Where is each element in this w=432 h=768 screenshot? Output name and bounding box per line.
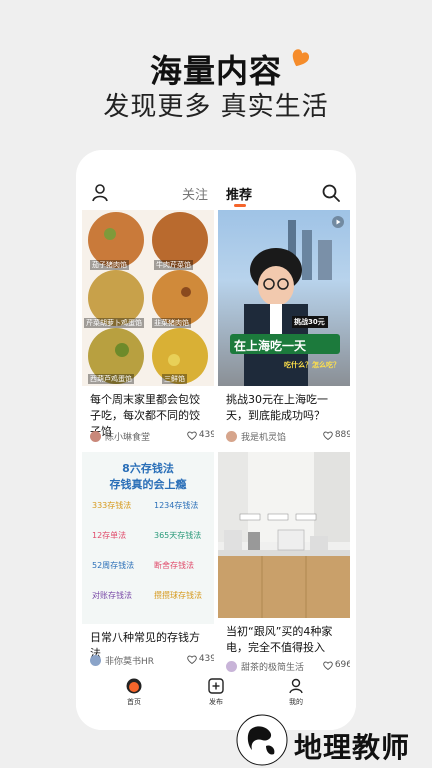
heart-outline-icon <box>323 431 333 440</box>
avatar <box>90 655 101 666</box>
image-label: 365天存钱法 <box>154 531 202 540</box>
watermark-text: 地理教师 <box>294 731 411 764</box>
image-label: 断舍存钱法 <box>154 561 194 570</box>
nav-profile[interactable]: 我的 <box>276 678 316 707</box>
like-count[interactable]: 439 <box>187 430 214 440</box>
like-count[interactable]: 439 <box>187 654 214 664</box>
card-image-shanghai: 挑战30元 在上海吃一天 吃什么？怎么吃？ <box>218 210 350 386</box>
kitchen-photo <box>218 452 350 618</box>
card-meta: 非你莫书HR 439 <box>90 654 214 667</box>
feed-card-dumplings[interactable]: 茄子猪肉馅 牛肉芹菜馅 芹菜胡萝卜鸡蛋馅 韭菜猪肉馅 西葫芦鸡蛋馅 三鲜馅 每个… <box>82 210 214 450</box>
card-meta: 陈小琳食堂 439 <box>90 430 214 443</box>
card-meta: 甜茶的极简生活 696 <box>226 660 350 673</box>
heart-outline-icon <box>187 655 197 664</box>
feed-card-appliances[interactable]: 当初“跟风”买的4种家电，完全不值得投入 甜茶的极简生活 696 <box>218 452 350 674</box>
card-image-dumplings: 茄子猪肉馅 牛肉芹菜馅 芹菜胡萝卜鸡蛋馅 韭菜猪肉馅 西葫芦鸡蛋馅 三鲜馅 <box>82 210 214 386</box>
card-title: 挑战30元在上海吃一天，到底能成功吗？ <box>226 393 328 422</box>
author-name[interactable]: 甜茶的极简生活 <box>241 660 304 673</box>
heart-outline-icon <box>187 431 197 440</box>
image-badge: 挑战30元 <box>294 318 325 326</box>
nav-label: 我的 <box>289 698 303 706</box>
card-title: 当初“跟风”买的4种家电，完全不值得投入 <box>226 625 333 654</box>
nav-label: 首页 <box>127 698 141 706</box>
user-icon[interactable] <box>92 184 108 202</box>
image-label: 12存单法 <box>92 531 127 540</box>
bottom-nav: 首页 发布 我的 <box>76 674 356 730</box>
search-icon[interactable] <box>322 184 340 202</box>
feed-card-savings[interactable]: 8六存钱法 存钱真的会上瘾 333存钱法 1234存钱法 12存单法 365天存… <box>82 452 214 674</box>
image-label: 三鲜馅 <box>162 374 187 384</box>
promo-subtitle: 发现更多 真实生活 <box>103 92 329 122</box>
image-headline: 存钱真的会上瘾 <box>109 478 187 491</box>
nav-publish[interactable]: 发布 <box>196 678 236 707</box>
feed-card-shanghai[interactable]: 挑战30元 在上海吃一天 吃什么？怎么吃？ 挑战30元在上海吃一天，到底能成功吗… <box>218 210 350 450</box>
image-headline: 8六存钱法 <box>122 462 174 475</box>
image-label: 52周存钱法 <box>92 561 135 570</box>
image-label: 牛肉芹菜馅 <box>154 260 193 270</box>
nav-label: 发布 <box>209 698 223 706</box>
video-play-icon <box>332 216 344 228</box>
active-tab-indicator <box>234 204 246 207</box>
tab-recommend[interactable]: 推荐 <box>226 184 252 203</box>
like-count[interactable]: 889 <box>323 430 350 440</box>
like-count[interactable]: 696 <box>323 660 350 670</box>
phone-screen: 关注 推荐 茄子猪肉馅 牛肉芹菜馅 芹菜胡萝卜鸡蛋馅 韭菜猪肉馅 西葫芦鸡蛋馅 … <box>76 150 356 730</box>
image-label: 芹菜胡萝卜鸡蛋馅 <box>84 318 144 328</box>
image-label: 攒攒球存钱法 <box>154 591 202 600</box>
nav-home[interactable]: 首页 <box>114 678 154 707</box>
image-label: 茄子猪肉馅 <box>90 260 129 270</box>
image-label: 西葫芦鸡蛋馅 <box>88 374 134 384</box>
card-image-savings: 8六存钱法 存钱真的会上瘾 333存钱法 1234存钱法 12存单法 365天存… <box>82 452 214 624</box>
home-icon <box>126 678 142 694</box>
image-label: 333存钱法 <box>92 501 132 510</box>
avatar <box>90 431 101 442</box>
avatar <box>226 431 237 442</box>
image-label: 对账存钱法 <box>92 591 132 600</box>
card-image-kitchen <box>218 452 350 618</box>
image-label: 1234存钱法 <box>154 501 199 510</box>
author-name[interactable]: 非你莫书HR <box>105 654 154 667</box>
heart-outline-icon <box>323 661 333 670</box>
author-name[interactable]: 陈小琳食堂 <box>105 430 150 443</box>
watermark-logo <box>236 714 288 766</box>
heart-icon <box>292 49 310 67</box>
top-bar: 关注 推荐 <box>76 150 356 208</box>
author-name[interactable]: 我是机灵馅 <box>241 430 286 443</box>
image-headline: 在上海吃一天 <box>234 339 307 353</box>
card-meta: 我是机灵馅 889 <box>226 430 350 443</box>
dumpling-bowls-image <box>88 212 208 384</box>
profile-icon <box>289 678 303 694</box>
image-caption: 吃什么？怎么吃？ <box>284 361 340 369</box>
add-icon <box>208 678 224 694</box>
avatar <box>226 661 237 672</box>
tab-follow[interactable]: 关注 <box>182 184 208 203</box>
image-label: 韭菜猪肉馅 <box>152 318 191 328</box>
